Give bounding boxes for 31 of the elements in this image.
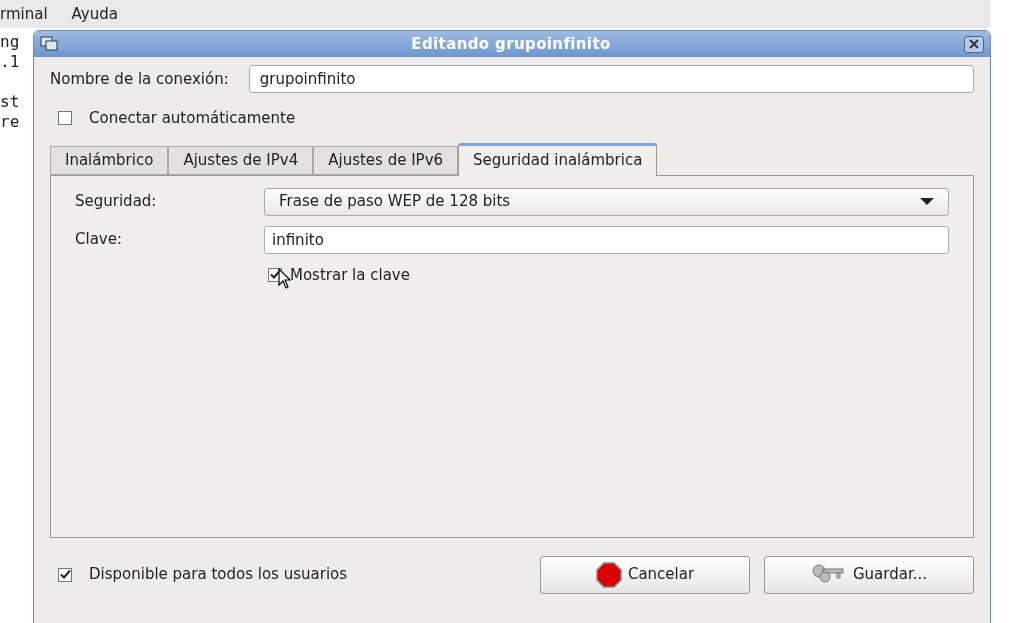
field-label: Seguridad: (75, 191, 158, 213)
caret-icon (920, 197, 934, 206)
checkmark-icon (59, 569, 71, 580)
tab[interactable]: Seguridad inalámbrica (458, 142, 658, 176)
checkbox[interactable] (58, 111, 72, 126)
tab[interactable]: Ajustes de IPv4 (168, 145, 314, 175)
menu-item[interactable]: rminal (0, 2, 48, 26)
checkbox-label: Disponible para todos los usuarios (89, 564, 348, 586)
checkbox-label: Mostrar la clave (290, 264, 410, 286)
key-field[interactable]: infinito (264, 225, 949, 254)
save-button[interactable]: Guardar... (764, 555, 974, 594)
checkbox-label: Conectar automáticamente (89, 108, 296, 129)
terminal-text: st (0, 92, 20, 112)
connection-name-field[interactable]: grupoinfinito (248, 65, 974, 93)
mouse-pointer-icon (278, 267, 292, 290)
window-title: Editando grupoinfinito (410, 33, 612, 55)
menu-item[interactable]: Ayuda (71, 2, 118, 26)
stop-sign-icon (595, 561, 622, 588)
close-icon (969, 39, 979, 49)
tab[interactable]: Inalámbrico (50, 145, 169, 175)
terminal-text: .1 (0, 52, 20, 72)
cancel-button[interactable]: Cancelar (540, 555, 750, 594)
close-button[interactable] (964, 35, 984, 53)
field-label: Nombre de la conexión: (50, 68, 229, 90)
security-dropdown[interactable]: Frase de paso WEP de 128 bits (264, 187, 949, 216)
field-label: Clave: (75, 229, 123, 251)
checkbox[interactable] (58, 567, 72, 582)
network-icon (40, 36, 58, 52)
terminal-text: ng (0, 32, 20, 52)
terminal-text: re (0, 112, 20, 132)
tab[interactable]: Ajustes de IPv6 (313, 145, 459, 175)
